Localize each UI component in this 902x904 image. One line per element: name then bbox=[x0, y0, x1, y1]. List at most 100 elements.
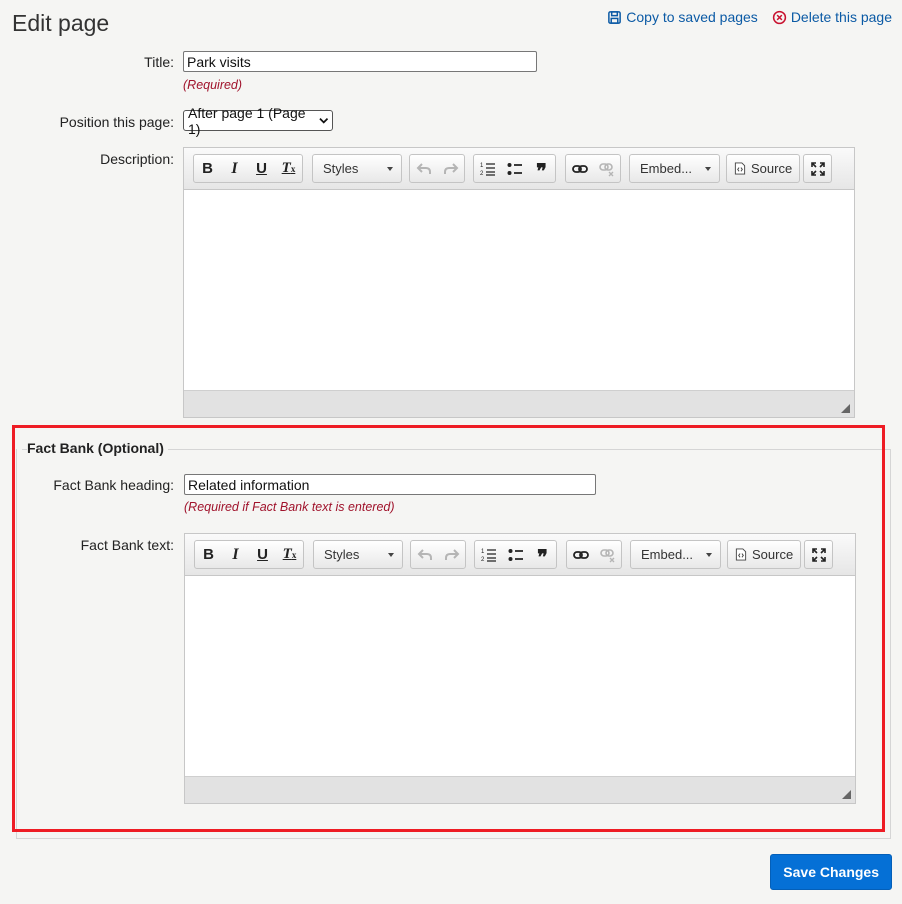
unlink-icon bbox=[598, 162, 613, 176]
fact-bank-text-label: Fact Bank text: bbox=[80, 537, 174, 553]
blockquote-button[interactable]: ❞ bbox=[529, 541, 556, 568]
chevron-down-icon bbox=[318, 118, 328, 124]
editor-toolbar: B I U Tx Styles 12 ❞ Embed... Source bbox=[185, 534, 855, 576]
svg-text:2: 2 bbox=[481, 557, 485, 563]
list-group: 12 ❞ bbox=[474, 540, 557, 569]
link-group bbox=[565, 154, 621, 183]
bulleted-list-button[interactable] bbox=[501, 155, 528, 182]
redo-icon bbox=[443, 162, 458, 174]
remove-format-button[interactable]: Tx bbox=[275, 155, 302, 182]
description-label: Description: bbox=[100, 151, 174, 167]
caret-icon bbox=[705, 166, 711, 171]
resize-handle-icon[interactable] bbox=[841, 404, 850, 413]
save-icon bbox=[608, 10, 622, 24]
resize-handle-icon[interactable] bbox=[842, 790, 851, 799]
bulleted-list-icon bbox=[508, 548, 523, 561]
italic-button[interactable]: I bbox=[221, 155, 248, 182]
unlink-button[interactable] bbox=[593, 155, 620, 182]
undo-redo-group bbox=[410, 540, 466, 569]
delete-label: Delete this page bbox=[790, 9, 892, 25]
undo-redo-group bbox=[409, 154, 465, 183]
maximize-group bbox=[804, 540, 833, 569]
title-required-hint: (Required) bbox=[183, 78, 243, 92]
maximize-icon bbox=[811, 547, 826, 562]
bold-button[interactable]: B bbox=[195, 541, 222, 568]
fact-bank-heading-hint: (Required if Fact Bank text is entered) bbox=[184, 500, 395, 514]
styles-combo[interactable]: Styles bbox=[313, 540, 403, 569]
svg-text:1: 1 bbox=[480, 163, 484, 169]
maximize-group bbox=[803, 154, 832, 183]
caret-icon bbox=[388, 552, 394, 557]
bulleted-list-icon bbox=[507, 162, 522, 175]
delete-icon bbox=[772, 10, 786, 24]
styles-label: Styles bbox=[323, 161, 359, 176]
unlink-button[interactable] bbox=[594, 541, 621, 568]
numbered-list-icon: 12 bbox=[481, 549, 496, 563]
link-icon bbox=[571, 164, 588, 173]
description-editor-content[interactable] bbox=[184, 190, 854, 390]
source-label: Source bbox=[751, 161, 793, 176]
fact-bank-editor-content[interactable] bbox=[185, 576, 855, 776]
position-select[interactable]: After page 1 (Page 1) bbox=[183, 105, 333, 137]
source-icon bbox=[734, 162, 746, 175]
styles-combo[interactable]: Styles bbox=[312, 154, 402, 183]
styles-label: Styles bbox=[324, 547, 360, 562]
undo-icon bbox=[417, 548, 432, 560]
source-label: Source bbox=[752, 547, 794, 562]
source-icon bbox=[735, 548, 747, 561]
basic-styles-group: B I U Tx bbox=[194, 540, 304, 569]
link-button[interactable] bbox=[566, 155, 593, 182]
blockquote-button[interactable]: ❞ bbox=[528, 155, 555, 182]
embed-label: Embed... bbox=[641, 547, 694, 562]
copy-to-saved-pages-link[interactable]: Copy to saved pages bbox=[607, 9, 758, 25]
editor-status-bar bbox=[185, 776, 855, 803]
redo-button[interactable] bbox=[437, 155, 464, 182]
copy-label: Copy to saved pages bbox=[626, 9, 758, 25]
undo-icon bbox=[416, 162, 431, 174]
fact-bank-heading-label: Fact Bank heading: bbox=[53, 477, 174, 493]
link-group bbox=[566, 540, 622, 569]
remove-format-button[interactable]: Tx bbox=[276, 541, 303, 568]
svg-text:1: 1 bbox=[481, 549, 485, 555]
redo-button[interactable] bbox=[438, 541, 465, 568]
unlink-icon bbox=[599, 548, 614, 562]
basic-styles-group: B I U Tx bbox=[193, 154, 303, 183]
page-title: Edit page bbox=[12, 10, 110, 36]
description-editor: B I U Tx Styles 12 ❞ Embed... Source bbox=[183, 147, 855, 418]
maximize-button[interactable] bbox=[805, 541, 832, 568]
numbered-list-button[interactable]: 12 bbox=[475, 541, 502, 568]
maximize-icon bbox=[810, 161, 825, 176]
italic-button[interactable]: I bbox=[222, 541, 249, 568]
caret-icon bbox=[706, 552, 712, 557]
numbered-list-icon: 12 bbox=[480, 163, 495, 177]
bulleted-list-button[interactable] bbox=[502, 541, 529, 568]
source-button[interactable]: Source bbox=[726, 154, 801, 183]
bold-button[interactable]: B bbox=[194, 155, 221, 182]
delete-page-link[interactable]: Delete this page bbox=[772, 9, 892, 25]
undo-button[interactable] bbox=[410, 155, 437, 182]
link-button[interactable] bbox=[567, 541, 594, 568]
position-label: Position this page: bbox=[59, 114, 174, 130]
fact-bank-text-editor: B I U Tx Styles 12 ❞ Embed... Source bbox=[184, 533, 856, 804]
list-group: 12 ❞ bbox=[473, 154, 556, 183]
position-value: After page 1 (Page 1) bbox=[188, 104, 306, 137]
redo-icon bbox=[444, 548, 459, 560]
link-icon bbox=[572, 550, 589, 559]
embed-combo[interactable]: Embed... bbox=[630, 540, 721, 569]
svg-text:2: 2 bbox=[480, 171, 484, 177]
undo-button[interactable] bbox=[411, 541, 438, 568]
maximize-button[interactable] bbox=[804, 155, 831, 182]
source-button[interactable]: Source bbox=[727, 540, 802, 569]
numbered-list-button[interactable]: 12 bbox=[474, 155, 501, 182]
title-input[interactable] bbox=[183, 51, 537, 72]
save-changes-button[interactable]: Save Changes bbox=[770, 854, 892, 890]
fact-bank-heading-input[interactable] bbox=[184, 474, 596, 495]
underline-button[interactable]: U bbox=[249, 541, 276, 568]
editor-toolbar: B I U Tx Styles 12 ❞ Embed... Source bbox=[184, 148, 854, 190]
underline-button[interactable]: U bbox=[248, 155, 275, 182]
page-actions: Copy to saved pages Delete this page bbox=[607, 9, 892, 25]
embed-combo[interactable]: Embed... bbox=[629, 154, 720, 183]
embed-label: Embed... bbox=[640, 161, 693, 176]
title-label: Title: bbox=[144, 54, 174, 70]
caret-icon bbox=[387, 166, 393, 171]
